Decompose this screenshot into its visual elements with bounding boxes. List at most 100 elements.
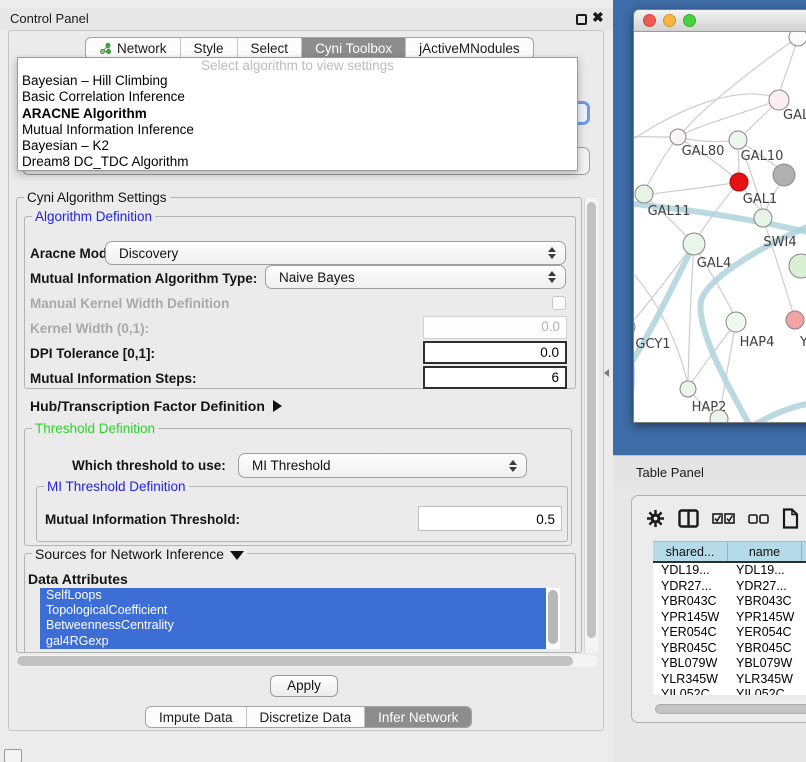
- document-icon[interactable]: [782, 508, 799, 532]
- bottom-tab-impute-data[interactable]: Impute Data: [146, 707, 246, 727]
- node-label: Y: [799, 335, 806, 350]
- network-node-gcy1[interactable]: [634, 318, 635, 336]
- table-row[interactable]: YBL079WYBL079W: [653, 656, 806, 672]
- select-all-icon[interactable]: [712, 513, 735, 528]
- table-row[interactable]: YBR045CYBR045C9.: [653, 641, 806, 657]
- table-cell: YIL052C: [728, 687, 802, 695]
- column-header[interactable]: A: [802, 542, 806, 561]
- network-node-gal11[interactable]: [635, 185, 653, 203]
- network-node[interactable]: [789, 254, 806, 278]
- algorithm-option[interactable]: Dream8 DC_TDC Algorithm: [18, 154, 577, 170]
- sources-group-title[interactable]: Sources for Network Inference: [32, 546, 247, 562]
- network-edge[interactable]: [647, 137, 678, 186]
- network-node-gal80[interactable]: [670, 129, 686, 145]
- network-edge[interactable]: [756, 404, 806, 423]
- table-horizontal-scrollbar-thumb[interactable]: [655, 704, 806, 714]
- network-view-window[interactable]: GALGAL80GAL10GAL1GAL11SWI4GAL4GCY1HAP4YH…: [633, 9, 806, 423]
- tab-label: Impute Data: [159, 707, 233, 728]
- tab-style[interactable]: Style: [180, 38, 237, 59]
- gear-icon[interactable]: [646, 509, 665, 531]
- algorithm-definition-title: Algorithm Definition: [32, 209, 155, 224]
- network-node-hap2[interactable]: [680, 381, 696, 397]
- node-label: GAL10: [741, 149, 784, 164]
- table-row[interactable]: YDL19...YDL19...13: [653, 563, 806, 579]
- mi-threshold-field[interactable]: 0.5: [418, 506, 562, 531]
- data-attribute-item[interactable]: gal4RGexp: [40, 634, 546, 649]
- table-horizontal-scrollbar[interactable]: [653, 702, 806, 715]
- network-edge[interactable]: [634, 244, 694, 381]
- table-cell: 8.: [802, 625, 806, 641]
- aracne-mode-select[interactable]: Discovery: [105, 241, 566, 265]
- algorithm-option[interactable]: Bayesian – Hill Climbing: [18, 73, 577, 89]
- table-row[interactable]: YPR145WYPR145W9.: [653, 610, 806, 626]
- network-node-swi4[interactable]: [754, 209, 772, 227]
- network-edge[interactable]: [688, 244, 694, 381]
- table-row[interactable]: YBR043CYBR043C: [653, 594, 806, 610]
- tab-network[interactable]: Network: [86, 38, 180, 59]
- data-attribute-item[interactable]: BetweennessCentrality: [40, 618, 546, 633]
- network-node-y[interactable]: [786, 311, 804, 329]
- network-edge[interactable]: [652, 182, 739, 194]
- network-edge[interactable]: [684, 37, 798, 131]
- attributes-list-scrollbar[interactable]: [548, 590, 558, 644]
- table-row[interactable]: YER054CYER054C8.: [653, 625, 806, 641]
- algorithm-option[interactable]: Bayesian – K2: [18, 138, 577, 154]
- table-cell: YLR345W: [653, 672, 728, 688]
- bottom-tab-infer-network[interactable]: Infer Network: [364, 707, 471, 727]
- network-node[interactable]: [773, 164, 795, 186]
- columns-icon[interactable]: [678, 509, 699, 531]
- table-row[interactable]: YDR27...YDR27...12: [653, 579, 806, 595]
- manual-kernel-width-checkbox[interactable]: [552, 296, 566, 310]
- bottom-tab-discretize-data[interactable]: Discretize Data: [246, 707, 365, 727]
- cyni-algorithm-settings-title: Cyni Algorithm Settings: [24, 190, 170, 205]
- threshold-definition-title: Threshold Definition: [32, 421, 158, 436]
- tab-select[interactable]: Select: [237, 38, 302, 59]
- minimize-traffic-light-icon[interactable]: [663, 14, 676, 27]
- algorithm-option[interactable]: Basic Correlation Inference: [18, 89, 577, 105]
- hub-transcription-factor-toggle[interactable]: Hub/Transcription Factor Definition: [30, 398, 282, 414]
- algorithm-option[interactable]: Mutual Information Inference: [18, 122, 577, 138]
- network-window-titlebar[interactable]: [634, 10, 806, 32]
- tab-cyni-toolbox[interactable]: Cyni Toolbox: [301, 38, 405, 59]
- table-cell: YBR045C: [653, 641, 728, 657]
- network-node-gal10[interactable]: [729, 131, 747, 149]
- zoom-traffic-light-icon[interactable]: [683, 14, 696, 27]
- tab-jactivemnodules[interactable]: jActiveMNodules: [405, 38, 533, 59]
- close-window-icon[interactable]: ✖: [592, 9, 604, 26]
- mi-steps-field[interactable]: 6: [423, 366, 567, 389]
- table-row[interactable]: YLR345WYLR345W9.: [653, 672, 806, 688]
- deselect-all-icon[interactable]: [748, 513, 769, 528]
- mi-algorithm-type-select[interactable]: Naive Bayes: [265, 265, 566, 289]
- tab-label: Discretize Data: [260, 707, 352, 728]
- data-attribute-item[interactable]: TopologicalCoefficient: [40, 603, 546, 618]
- table-header-row: shared...nameA: [653, 541, 806, 563]
- algorithm-option[interactable]: ARACNE Algorithm: [18, 106, 577, 122]
- panel-divider-handle[interactable]: [604, 369, 609, 377]
- network-node-gal4[interactable]: [683, 233, 705, 255]
- collapsed-panel-icon[interactable]: [4, 749, 22, 762]
- dpi-tolerance-field[interactable]: 0.0: [423, 341, 567, 364]
- float-window-icon[interactable]: [576, 14, 587, 25]
- data-attribute-item[interactable]: SelfLoops: [40, 588, 546, 603]
- network-edge[interactable]: [634, 136, 670, 137]
- settings-vertical-scrollbar-thumb[interactable]: [587, 202, 596, 638]
- settings-horizontal-scrollbar-thumb[interactable]: [17, 656, 573, 666]
- network-canvas[interactable]: GALGAL80GAL10GAL1GAL11SWI4GAL4GCY1HAP4YH…: [634, 32, 806, 423]
- apply-button[interactable]: Apply: [270, 675, 338, 697]
- column-header[interactable]: shared...: [653, 542, 728, 561]
- node-label: GAL1: [743, 192, 777, 207]
- network-edge[interactable]: [699, 182, 739, 235]
- algorithm-dropdown-prompt: Select algorithm to view settings: [18, 58, 577, 73]
- kernel-width-field[interactable]: 0.0: [423, 316, 567, 339]
- network-node[interactable]: [710, 410, 728, 423]
- which-threshold-select[interactable]: MI Threshold: [238, 453, 527, 478]
- table-row[interactable]: YIL052CYIL052C9.: [653, 687, 806, 695]
- network-node-gal1[interactable]: [730, 173, 748, 191]
- close-traffic-light-icon[interactable]: [643, 14, 656, 27]
- column-header[interactable]: name: [728, 542, 802, 561]
- settings-horizontal-scrollbar[interactable]: [16, 655, 598, 667]
- settings-vertical-scrollbar[interactable]: [584, 198, 598, 653]
- network-node-hap4[interactable]: [726, 312, 746, 332]
- network-node-gal[interactable]: [769, 90, 789, 110]
- network-node[interactable]: [789, 32, 806, 46]
